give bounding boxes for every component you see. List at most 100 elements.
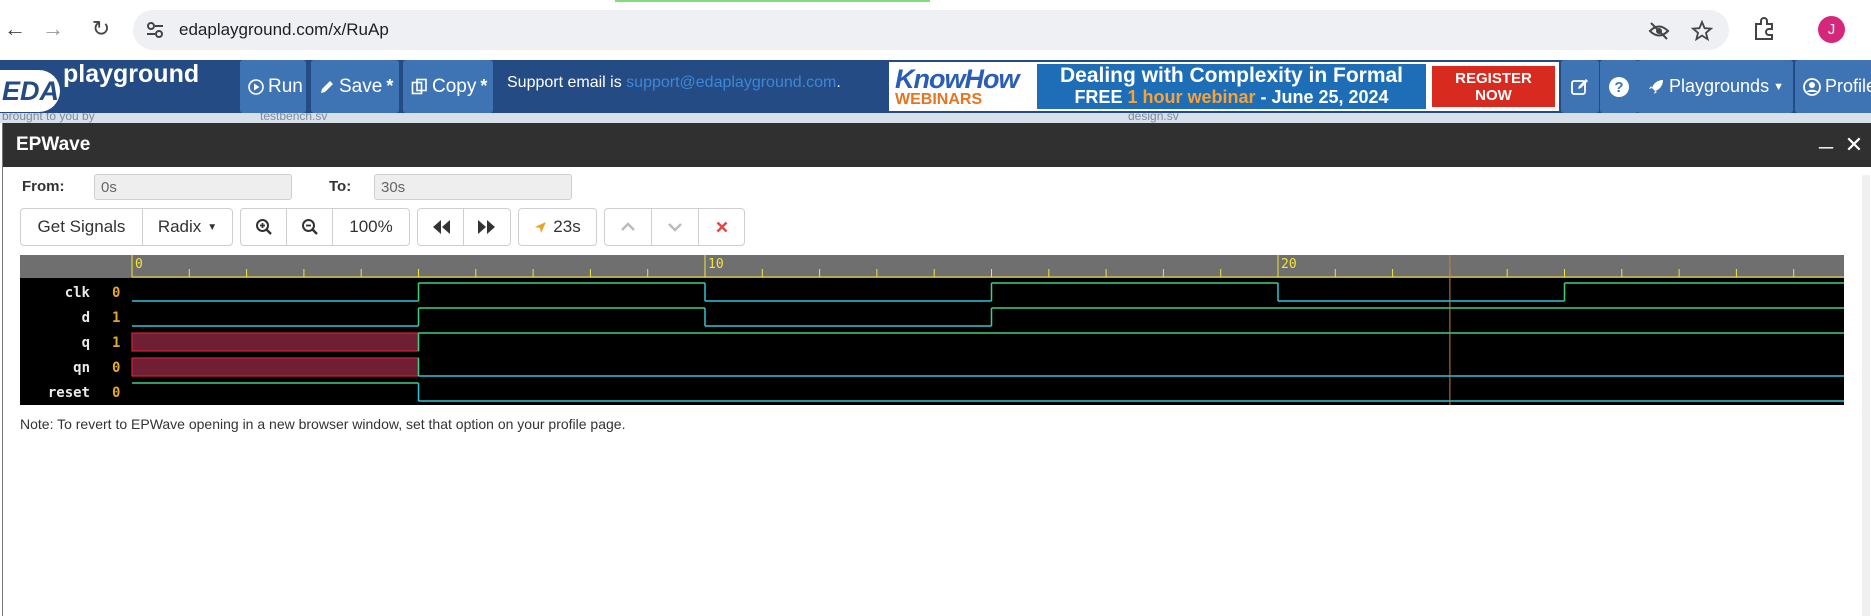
banner-brand-sub: WEBINARS bbox=[895, 91, 983, 108]
zoom-in-button[interactable] bbox=[241, 209, 287, 245]
vertical-scrollbar[interactable] bbox=[1862, 175, 1870, 616]
from-label: From: bbox=[22, 178, 65, 195]
pencil-icon bbox=[321, 80, 333, 93]
zoom-out-button[interactable] bbox=[287, 209, 333, 245]
ruler-label: 20 bbox=[1281, 257, 1297, 272]
delete-x-icon bbox=[716, 221, 727, 233]
banner-sub-highlight: 1 hour webinar bbox=[1127, 87, 1256, 107]
edit-square-icon bbox=[1571, 78, 1588, 95]
logo-eda-text: EDA bbox=[0, 70, 60, 112]
save-label: Save bbox=[339, 75, 383, 97]
banner-subline: FREE 1 hour webinar - June 25, 2024 bbox=[1037, 87, 1426, 107]
playgrounds-label: Playgrounds bbox=[1669, 76, 1770, 96]
play-circle-icon bbox=[248, 78, 264, 95]
underlying-tab-design: design.sv bbox=[1128, 113, 1179, 123]
browser-toolbar: ← → ↻ edaplayground.com/x/RuAp J bbox=[0, 0, 1871, 60]
playgrounds-menu-button[interactable]: Playgrounds ▼ bbox=[1637, 60, 1793, 113]
webinar-ad-banner[interactable]: KnowHow WEBINARS Dealing with Complexity… bbox=[889, 62, 1559, 111]
page-load-progress bbox=[615, 0, 930, 2]
cursor-time-button[interactable]: 23s bbox=[519, 209, 596, 245]
chevron-up-icon bbox=[621, 222, 635, 231]
site-header: EDA playground Run Save * Copy * Support… bbox=[0, 60, 1871, 115]
epwave-note: Note: To revert to EPWave opening in a n… bbox=[20, 416, 626, 432]
back-arrow-icon[interactable]: ← bbox=[0, 14, 30, 44]
profile-label: Profile bbox=[1825, 76, 1871, 96]
underlying-text: brought to you by bbox=[2, 113, 95, 123]
epwave-titlebar: EPWave ─ ✕ bbox=[3, 123, 1871, 167]
remove-signal-button[interactable] bbox=[699, 209, 744, 245]
epwave-title: EPWave bbox=[16, 134, 91, 155]
move-up-button[interactable] bbox=[605, 209, 652, 245]
support-suffix: . bbox=[836, 74, 841, 91]
cursor-time: 23s bbox=[553, 217, 581, 236]
signal-edit-toolgroup bbox=[604, 208, 745, 246]
copy-icon bbox=[411, 78, 427, 95]
save-button[interactable]: Save * bbox=[311, 60, 399, 113]
support-prefix: Support email is bbox=[507, 74, 627, 91]
signals-toolgroup: Get Signals Radix ▼ bbox=[20, 208, 233, 246]
chevron-down-icon bbox=[668, 223, 682, 232]
zoom-toolgroup: 100% bbox=[240, 208, 410, 246]
register-line2: NOW bbox=[1475, 87, 1512, 104]
ruler-label: 0 bbox=[135, 257, 143, 272]
underlying-tab-testbench: testbench.sv bbox=[260, 113, 328, 123]
zoom-in-icon bbox=[255, 219, 272, 235]
support-email-text: Support email is support@edaplayground.c… bbox=[507, 74, 841, 92]
waveform-plot: 0 10 20 bbox=[131, 255, 1844, 405]
get-signals-button[interactable]: Get Signals bbox=[21, 209, 143, 245]
banner-sub-post: - June 25, 2024 bbox=[1255, 87, 1389, 107]
radix-dropdown[interactable]: Radix ▼ bbox=[143, 209, 232, 245]
logo-playground-text: playground bbox=[63, 60, 200, 88]
navigation-toolgroup bbox=[417, 208, 511, 246]
ruler-label: 10 bbox=[708, 257, 724, 272]
extensions-puzzle-icon[interactable] bbox=[1752, 16, 1778, 42]
eye-off-icon[interactable] bbox=[1648, 20, 1670, 42]
close-icon[interactable]: ✕ bbox=[1844, 132, 1864, 158]
question-circle-icon: ? bbox=[1609, 76, 1629, 97]
profile-avatar[interactable]: J bbox=[1818, 16, 1845, 43]
caret-down-icon: ▼ bbox=[1773, 80, 1784, 93]
site-settings-icon[interactable] bbox=[145, 20, 165, 40]
underlying-editor-tabs: brought to you by testbench.sv design.sv bbox=[0, 113, 1871, 123]
address-bar[interactable]: edaplayground.com/x/RuAp bbox=[133, 10, 1729, 50]
cursor-toolgroup: 23s bbox=[518, 208, 597, 246]
register-now-button[interactable]: REGISTER NOW bbox=[1432, 66, 1555, 107]
profile-menu-button[interactable]: Profile bbox=[1795, 60, 1871, 113]
signal-undefined-q bbox=[131, 332, 420, 352]
to-label: To: bbox=[329, 178, 352, 195]
jump-end-button[interactable] bbox=[464, 209, 510, 245]
reload-icon[interactable]: ↻ bbox=[86, 14, 116, 44]
rocket-icon bbox=[1649, 79, 1663, 94]
bookmark-star-icon[interactable] bbox=[1691, 20, 1713, 42]
radix-label: Radix bbox=[157, 217, 202, 236]
register-line1: REGISTER bbox=[1455, 70, 1532, 87]
support-email-link[interactable]: support@edaplayground.com bbox=[626, 74, 836, 91]
svg-text:?: ? bbox=[1614, 79, 1623, 96]
banner-sub-pre: FREE bbox=[1074, 87, 1128, 107]
eda-playground-logo[interactable]: EDA playground bbox=[0, 60, 232, 115]
save-star: * bbox=[386, 76, 394, 96]
move-down-button[interactable] bbox=[652, 209, 699, 245]
location-arrow-icon bbox=[535, 221, 547, 233]
minimize-icon[interactable]: ─ bbox=[1816, 137, 1836, 160]
banner-headline-box: Dealing with Complexity in Formal FREE 1… bbox=[1037, 64, 1426, 109]
forward-arrow-icon[interactable]: → bbox=[38, 14, 68, 44]
zoom-level[interactable]: 100% bbox=[333, 209, 409, 245]
to-time-input[interactable]: 30s bbox=[374, 174, 572, 200]
from-time-input[interactable]: 0s bbox=[94, 174, 292, 200]
user-circle-icon bbox=[1803, 77, 1821, 96]
copy-star: * bbox=[480, 76, 488, 96]
banner-headline: Dealing with Complexity in Formal bbox=[1059, 64, 1404, 87]
waveform-viewer[interactable]: clk 0 d 1 q 1 qn 0 reset 0 0 10 20 bbox=[20, 255, 1844, 405]
url-text: edaplayground.com/x/RuAp bbox=[179, 20, 389, 39]
zoom-out-icon bbox=[301, 219, 318, 235]
rewind-icon bbox=[432, 220, 450, 234]
copy-label: Copy bbox=[432, 75, 477, 97]
run-button[interactable]: Run bbox=[240, 60, 306, 113]
signal-undefined-qn bbox=[131, 357, 420, 377]
run-label: Run bbox=[268, 75, 303, 97]
help-button[interactable]: ? bbox=[1600, 60, 1638, 113]
edit-button[interactable] bbox=[1561, 60, 1599, 113]
jump-start-button[interactable] bbox=[418, 209, 464, 245]
copy-button[interactable]: Copy * bbox=[403, 60, 493, 113]
